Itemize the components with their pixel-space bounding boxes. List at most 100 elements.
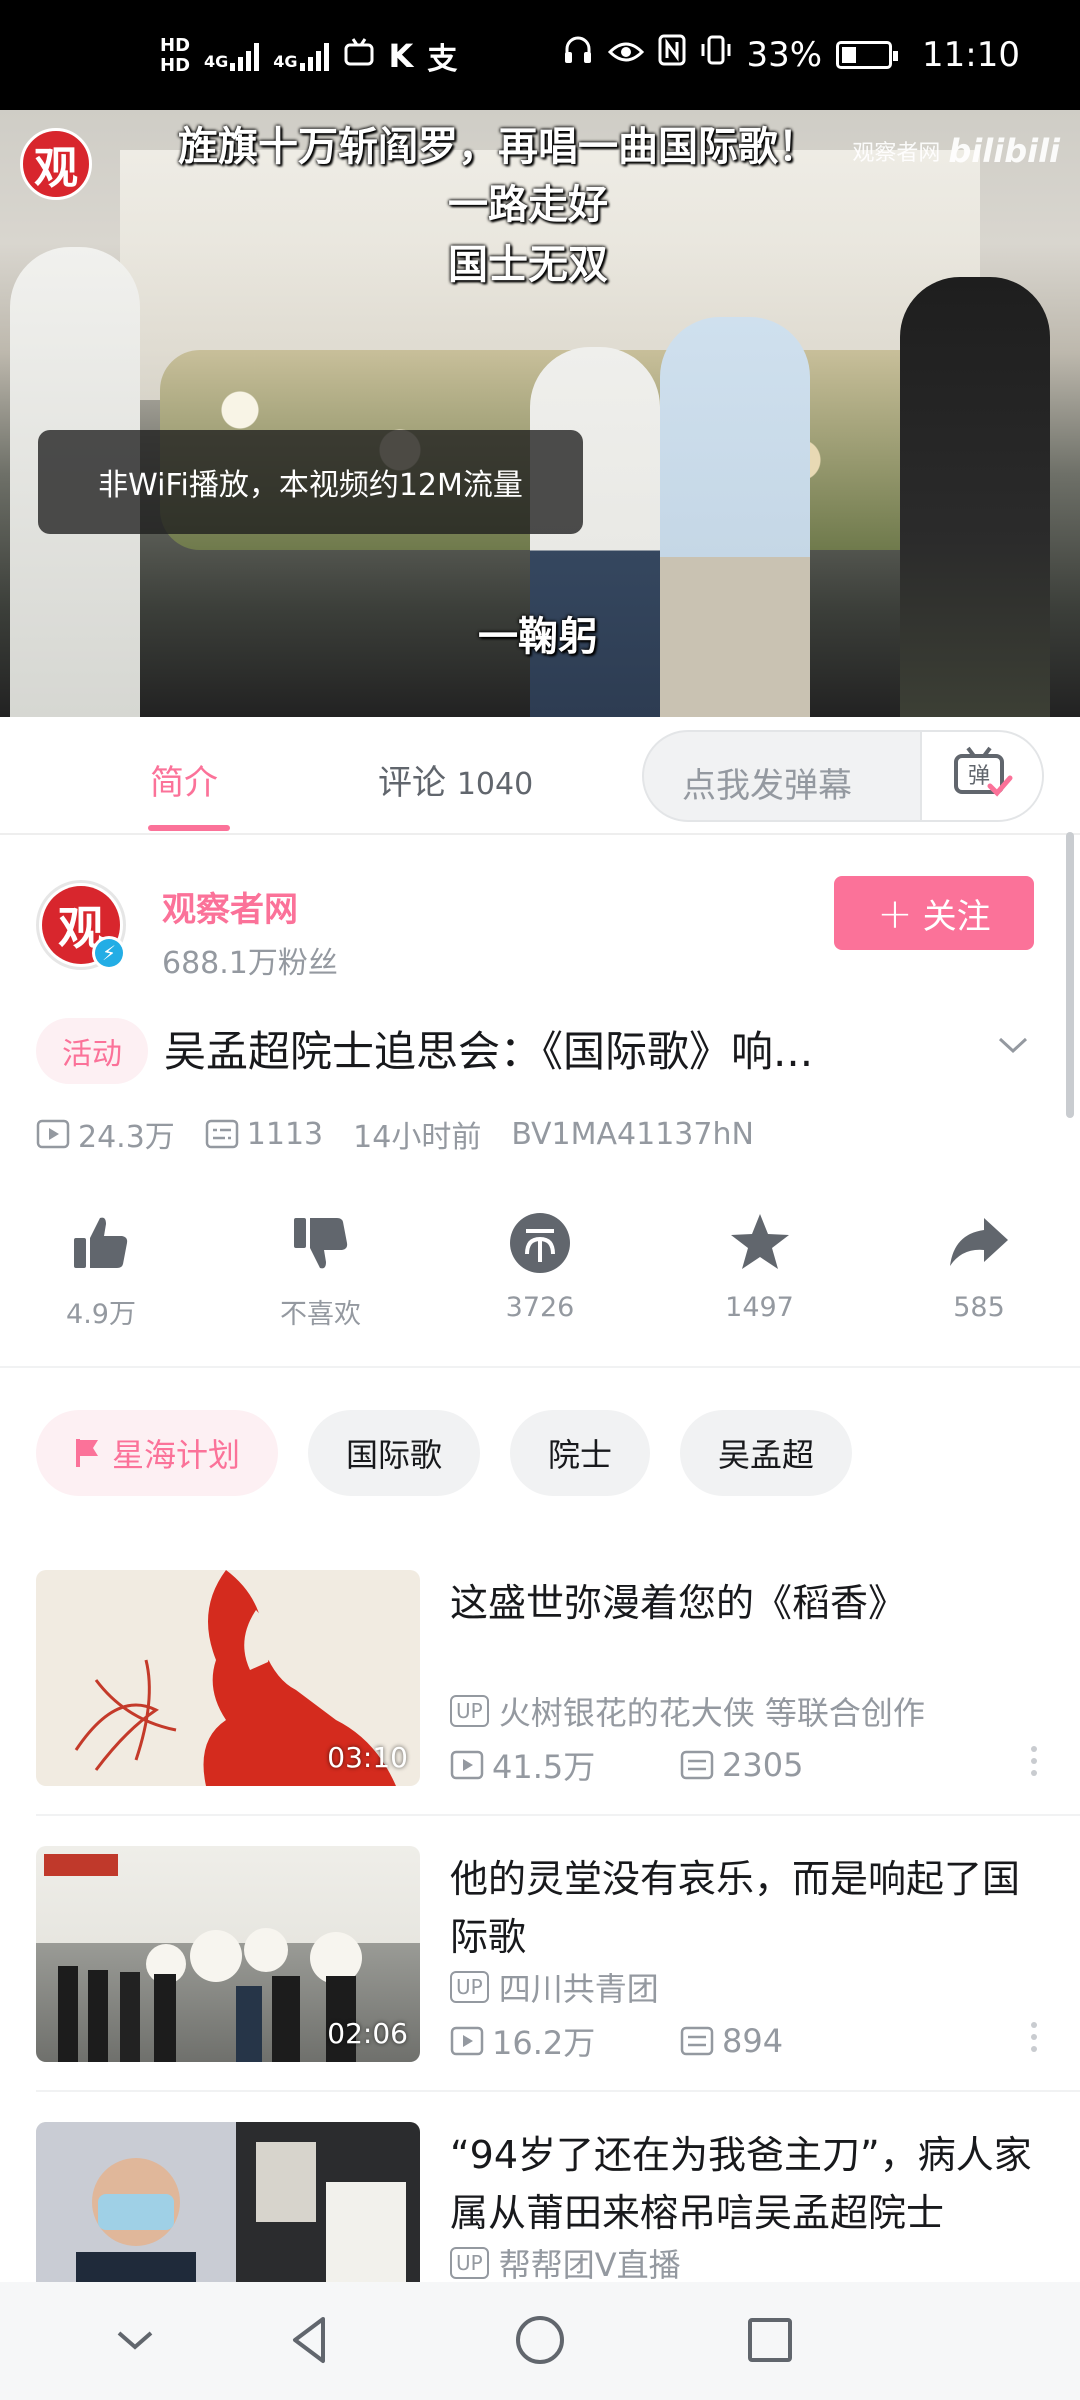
- up-icon: UP: [450, 1695, 489, 1727]
- related-uploader[interactable]: UP 四川共青团: [450, 1964, 659, 2010]
- video-figure: [900, 277, 1050, 717]
- channel-logo: 观: [20, 128, 92, 200]
- danmaku-input[interactable]: 点我发弹幕 弹: [642, 730, 1044, 822]
- video-thumbnail[interactable]: 03:10: [36, 1570, 420, 1786]
- danmaku-comment: 国士无双: [448, 242, 608, 288]
- related-video[interactable]: 03:10 这盛世弥漫着您的《稻香》 UP 火树银花的花大侠 等联合创作 41.5…: [36, 1570, 1044, 1788]
- related-title[interactable]: “94岁了还在为我爸主刀”，病人家属从莆田来榕吊唁吴孟超院士: [450, 2126, 1050, 2242]
- signal-bars-icon: [230, 41, 260, 71]
- bvid: BV1MA41137hN: [511, 1116, 754, 1152]
- headphone-icon: [562, 34, 594, 75]
- video-duration: 02:06: [327, 2017, 408, 2050]
- alipay-icon: 支: [427, 42, 458, 77]
- danmaku-icon: 弹: [950, 746, 1014, 806]
- tag-item[interactable]: 院士: [510, 1410, 651, 1496]
- danmaku-comment: 旌旗十万斩阎罗，再唱一曲国际歌！: [178, 124, 818, 170]
- battery-percent: 33%: [746, 34, 823, 75]
- signal-bars-icon: [299, 41, 329, 71]
- lightning-icon: ⚡: [95, 939, 123, 967]
- tab-bar: 简介 评论 1040 点我发弹幕 弹: [0, 717, 1080, 835]
- danmaku-count-icon: [680, 1750, 714, 1780]
- thumbs-up-icon: [74, 1217, 128, 1268]
- danmaku-toggle-button[interactable]: 弹: [920, 732, 1042, 820]
- favorite-button[interactable]: 1497: [695, 1210, 825, 1340]
- related-stats: 41.5万 2305: [450, 1742, 910, 1788]
- coin-button[interactable]: 3726: [475, 1210, 605, 1340]
- danmaku-count: 2305: [680, 1746, 910, 1784]
- more-options-icon[interactable]: [1024, 1746, 1044, 1776]
- video-player[interactable]: 观 观察者网 bilibili 旌旗十万斩阎罗，再唱一曲国际歌！ 一路走好 国士无…: [0, 110, 1080, 717]
- related-title[interactable]: 这盛世弥漫着您的《稻香》: [450, 1574, 1050, 1632]
- play-count-icon: [450, 2026, 484, 2056]
- home-circle-icon: [516, 2316, 564, 2364]
- tab-indicator: [148, 825, 230, 831]
- activity-badge[interactable]: 活动: [36, 1018, 148, 1084]
- status-right: 33% 11:10: [562, 34, 1020, 75]
- list-divider: [36, 1814, 1080, 1816]
- up-icon: UP: [450, 1971, 489, 2003]
- related-title[interactable]: 他的灵堂没有哀乐，而是响起了国际歌: [450, 1850, 1050, 1966]
- status-bar: HD HD 4G 4G K 支 33% 11:10: [0, 0, 1080, 110]
- nav-collapse-button[interactable]: [105, 2310, 165, 2370]
- tab-intro[interactable]: 简介: [150, 755, 218, 804]
- list-divider: [36, 2090, 1080, 2092]
- chevron-down-icon: [117, 2331, 153, 2350]
- danmaku-count-icon: [205, 1119, 239, 1149]
- video-duration: 03:10: [327, 1741, 408, 1774]
- system-nav-bar: [0, 2282, 1080, 2400]
- back-triangle-icon: [293, 2317, 325, 2363]
- dislike-button[interactable]: 不喜欢: [256, 1210, 386, 1340]
- danmaku-placeholder: 点我发弹幕: [682, 766, 852, 806]
- follow-button[interactable]: + 关注: [834, 876, 1034, 950]
- video-thumbnail[interactable]: 02:06: [36, 1846, 420, 2062]
- eye-icon: [608, 35, 645, 75]
- scroll-indicator[interactable]: [1066, 832, 1074, 1118]
- chevron-down-icon[interactable]: [996, 1028, 1030, 1062]
- signal-2: 4G: [273, 41, 329, 71]
- video-title[interactable]: 吴孟超院士追思会：《国际歌》响...: [164, 1018, 813, 1079]
- tag-item[interactable]: 吴孟超: [680, 1410, 853, 1496]
- status-left: HD HD 4G 4G K 支: [160, 34, 457, 78]
- related-stats: 16.2万 894: [450, 2018, 910, 2064]
- recents-square-icon: [748, 2318, 792, 2362]
- data-usage-toast: 非WiFi播放，本视频约12M流量: [38, 430, 583, 534]
- view-count: 24.3万: [36, 1112, 175, 1156]
- nfc-icon: [658, 34, 686, 75]
- flag-icon: [76, 1439, 98, 1467]
- coin-icon: [510, 1213, 570, 1273]
- clock: 11:10: [922, 34, 1020, 75]
- tag-list: 星海计划 国际歌 院士 吴孟超: [36, 1410, 853, 1496]
- video-watermark: 观察者网 bilibili: [852, 132, 1060, 170]
- uploader-name[interactable]: 观察者网: [162, 882, 298, 931]
- bilibili-tv-icon: [343, 37, 375, 75]
- like-button[interactable]: 4.9万: [36, 1210, 166, 1340]
- share-button[interactable]: 585: [914, 1210, 1044, 1340]
- nav-back-button[interactable]: [280, 2310, 340, 2370]
- play-count-icon: [36, 1119, 70, 1149]
- battery-icon: [836, 40, 899, 69]
- plus-icon: +: [877, 888, 913, 938]
- nav-recents-button[interactable]: [740, 2310, 800, 2370]
- svg-text:弹: 弹: [968, 764, 990, 789]
- publish-time: 14小时前: [353, 1120, 482, 1155]
- danmaku-count-icon: [680, 2026, 714, 2056]
- share-icon: [950, 1218, 1008, 1266]
- signal-1: 4G: [204, 41, 260, 71]
- k-icon: K: [388, 37, 414, 75]
- related-uploader[interactable]: UP 火树银花的花大侠 等联合创作: [450, 1688, 925, 1734]
- action-row: 4.9万 不喜欢 3726 1497 585: [36, 1210, 1044, 1340]
- play-count-icon: [450, 1750, 484, 1780]
- thumbs-down-icon: [293, 1218, 347, 1269]
- nav-home-button[interactable]: [510, 2310, 570, 2370]
- verified-badge: ⚡: [92, 936, 126, 970]
- up-icon: UP: [450, 2247, 489, 2279]
- related-video[interactable]: 02:06 他的灵堂没有哀乐，而是响起了国际歌 UP 四川共青团 16.2万 89…: [36, 1846, 1044, 2064]
- tag-hot[interactable]: 星海计划: [36, 1410, 279, 1496]
- hd-indicator: HD HD: [160, 35, 191, 76]
- video-figure: [660, 317, 810, 717]
- related-uploader[interactable]: UP 帮帮团V直播: [450, 2240, 681, 2286]
- more-options-icon[interactable]: [1024, 2022, 1044, 2052]
- tab-comments[interactable]: 评论 1040: [378, 755, 533, 804]
- tag-item[interactable]: 国际歌: [308, 1410, 481, 1496]
- video-meta: 24.3万 1113 14小时前 BV1MA41137hN: [36, 1112, 784, 1156]
